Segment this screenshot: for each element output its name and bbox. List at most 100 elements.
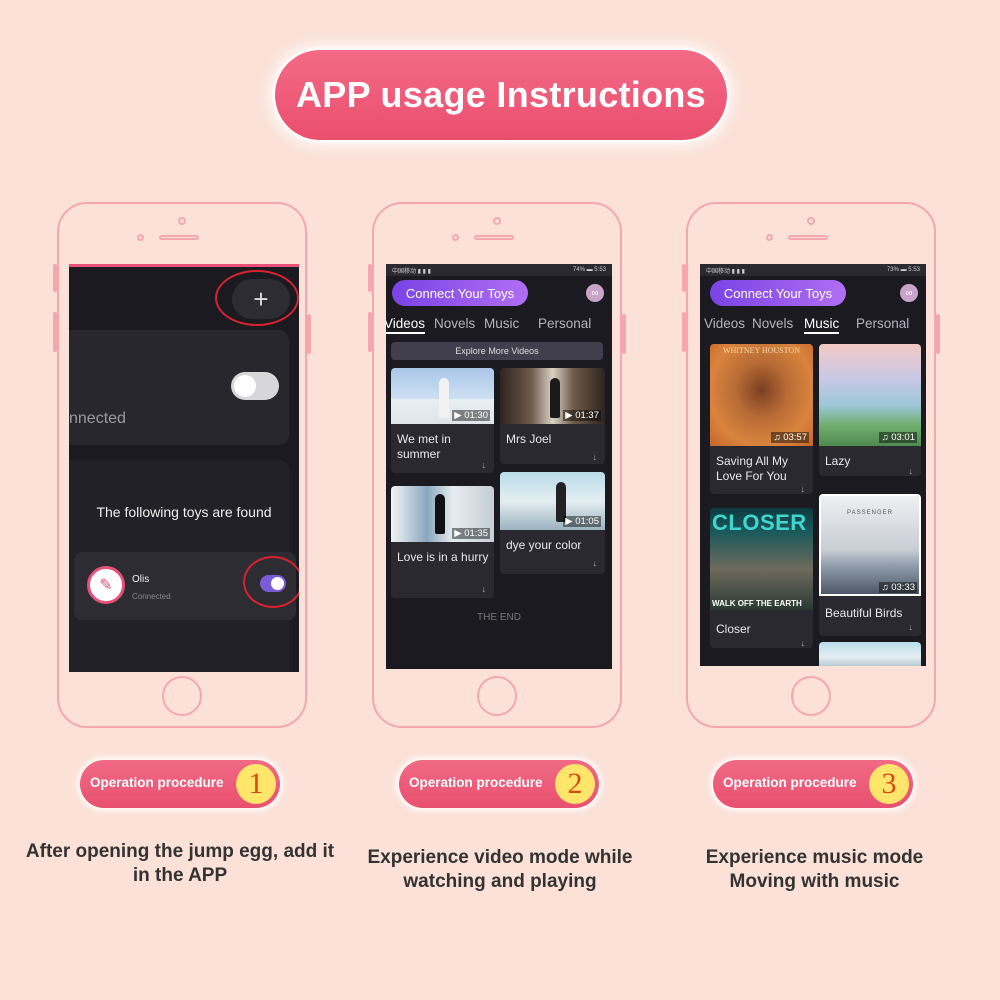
- title-banner: APP usage Instructions: [275, 50, 727, 140]
- download-icon[interactable]: ↓: [801, 638, 806, 648]
- song-title: Saving All My Love For You: [716, 454, 789, 483]
- dancer-figure: [435, 494, 445, 534]
- song-card[interactable]: WHITNEY HOUSTON ♫ 03:57 Saving All My Lo…: [710, 344, 813, 494]
- step-description-2: Experience video mode while watching and…: [367, 847, 633, 892]
- phone-speaker: [788, 235, 828, 240]
- album-cover: CLOSER WALK OFF THE EARTH: [710, 508, 813, 610]
- toy-avatar-icon: ✎: [87, 566, 125, 604]
- step-description-3: Experience music mode Moving with music: [705, 847, 924, 892]
- tab-music[interactable]: Music: [484, 316, 519, 331]
- page-title: APP usage Instructions: [295, 74, 707, 115]
- carrier-signal: 中国移动 ▮ ▮ ▮: [706, 268, 745, 275]
- tab-novels[interactable]: Novels: [752, 316, 793, 331]
- album-cover: PASSENGER: [819, 494, 921, 596]
- tab-personal[interactable]: Personal: [856, 316, 909, 331]
- video-card[interactable]: ▶ 01:35 Love is in a hurry ↓: [391, 486, 494, 598]
- phone-side-button: [307, 314, 311, 354]
- phone-frame-3: 中国移动 ▮ ▮ ▮ 73% ▬ 5:53 Connect Your Toys …: [682, 202, 940, 728]
- phone-frame-1: + nnected The following toys are found ✎…: [53, 202, 311, 728]
- top-accent-bar: [69, 264, 299, 267]
- tab-personal[interactable]: Personal: [538, 316, 591, 331]
- list-end-text: THE END: [477, 612, 521, 623]
- phone-camera: [807, 217, 815, 225]
- tab-novels[interactable]: Novels: [434, 316, 475, 331]
- song-card[interactable]: PASSENGER ♫ 03:33 Beautiful Birds ↓: [819, 494, 921, 636]
- phone-speaker: [474, 235, 514, 240]
- video-card[interactable]: ▶ 01:30 We met in summer ↓: [391, 368, 494, 473]
- song-duration: ♫ 03:57: [771, 432, 809, 443]
- video-duration: ▶ 01:05: [563, 516, 601, 527]
- phone-sensor: [137, 234, 144, 241]
- connect-toys-button[interactable]: Connect Your Toys: [392, 280, 528, 306]
- download-icon[interactable]: ↓: [593, 558, 598, 568]
- phone-sensor: [452, 234, 459, 241]
- step-badge-label: Operation procedure: [90, 775, 224, 790]
- song-card[interactable]: CLOSER WALK OFF THE EARTH Closer ↓: [710, 508, 813, 648]
- album-cover: [819, 344, 921, 446]
- phone-speaker: [159, 235, 199, 240]
- song-title: Beautiful Birds: [825, 606, 903, 620]
- home-button: [477, 676, 517, 716]
- toy-status: Connected: [132, 592, 171, 601]
- link-icon[interactable]: ∞: [900, 284, 918, 302]
- download-icon[interactable]: ↓: [909, 466, 914, 476]
- video-duration: ▶ 01:35: [452, 528, 490, 539]
- phone-camera: [493, 217, 501, 225]
- phone-sensor: [766, 234, 773, 241]
- status-bar: 中国移动 ▮ ▮ ▮ 74% ▬ 5:53: [386, 264, 612, 276]
- video-title: Love is in a hurry: [397, 550, 489, 564]
- song-title: Lazy: [825, 454, 851, 468]
- home-button: [162, 676, 202, 716]
- song-duration: ♫ 03:01: [879, 432, 917, 443]
- download-icon[interactable]: ↓: [482, 584, 487, 594]
- download-icon[interactable]: ↓: [593, 452, 598, 462]
- battery-time: 74% ▬ 5:53: [572, 267, 606, 273]
- app-screen-videos: 中国移动 ▮ ▮ ▮ 74% ▬ 5:53 Connect Your Toys …: [386, 264, 612, 669]
- category-tabs: Videos Novels Music Personal: [700, 316, 926, 336]
- song-card[interactable]: [819, 642, 921, 666]
- step-badge-3: Operation procedure 3: [713, 760, 913, 808]
- app-screen-add-toy: + nnected The following toys are found ✎…: [69, 264, 299, 672]
- carrier-signal: 中国移动 ▮ ▮ ▮: [392, 268, 431, 275]
- tab-videos[interactable]: Videos: [386, 316, 426, 334]
- song-card[interactable]: ♫ 03:01 Lazy ↓: [819, 344, 921, 476]
- phone-side-button: [368, 264, 372, 292]
- link-icon[interactable]: ∞: [586, 284, 604, 302]
- album-cover: WHITNEY HOUSTON: [710, 344, 813, 446]
- phone-side-button: [682, 312, 686, 352]
- app-screen-music: 中国移动 ▮ ▮ ▮ 73% ▬ 5:53 Connect Your Toys …: [700, 264, 926, 666]
- video-card[interactable]: ▶ 01:37 Mrs Joel ↓: [500, 368, 605, 464]
- step-description-1: After opening the jump egg, add it in th…: [25, 841, 335, 886]
- album-cover: [819, 642, 921, 666]
- connection-toggle[interactable]: [231, 372, 279, 400]
- album-cover-subtext: WALK OFF THE EARTH: [712, 599, 802, 608]
- step-badge-2: Operation procedure 2: [399, 760, 599, 808]
- download-icon[interactable]: ↓: [482, 460, 487, 470]
- tab-videos[interactable]: Videos: [704, 316, 745, 331]
- tab-music[interactable]: Music: [804, 316, 840, 334]
- battery-time: 73% ▬ 5:53: [886, 267, 920, 273]
- highlight-ring: [243, 556, 299, 608]
- highlight-ring: [215, 270, 299, 326]
- step-badge-1: Operation procedure 1: [80, 760, 280, 808]
- step-number: 2: [555, 764, 595, 804]
- song-duration: ♫ 03:33: [879, 582, 917, 593]
- download-icon[interactable]: ↓: [801, 484, 806, 494]
- phone-side-button: [622, 314, 626, 354]
- album-cover-text: PASSENGER: [847, 510, 893, 516]
- category-tabs: Videos Novels Music Personal: [386, 316, 612, 336]
- status-bar: 中国移动 ▮ ▮ ▮ 73% ▬ 5:53: [700, 264, 926, 276]
- found-toys-heading: The following toys are found: [96, 504, 272, 520]
- explore-more-videos-button[interactable]: Explore More Videos: [391, 342, 603, 360]
- connect-toys-button[interactable]: Connect Your Toys: [710, 280, 846, 306]
- phone-side-button: [936, 314, 940, 354]
- toy-name: Olis: [132, 574, 150, 585]
- step-number: 3: [869, 764, 909, 804]
- song-title: Closer: [716, 622, 751, 636]
- download-icon[interactable]: ↓: [909, 622, 914, 632]
- album-cover-text: WHITNEY HOUSTON: [722, 346, 801, 355]
- video-duration: ▶ 01:37: [563, 410, 601, 421]
- video-card[interactable]: ▶ 01:05 dye your color ↓: [500, 472, 605, 574]
- phone-frame-2: 中国移动 ▮ ▮ ▮ 74% ▬ 5:53 Connect Your Toys …: [368, 202, 626, 728]
- video-title: dye your color: [506, 538, 582, 552]
